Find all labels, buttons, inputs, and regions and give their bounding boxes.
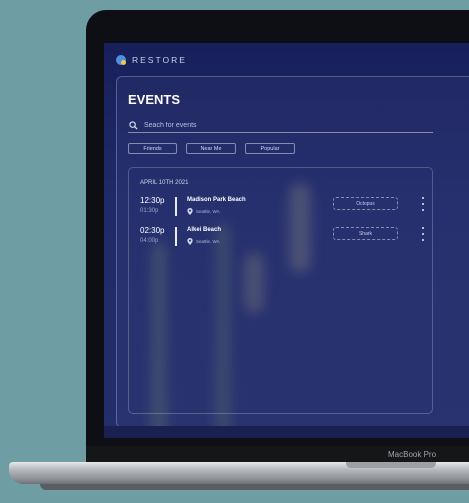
event-tag[interactable]: Octopus [333,197,398,210]
screen-bottom-strip [104,426,469,438]
brand-name: RESTORE [132,55,187,65]
event-location-text: Seattle, WA [196,239,220,244]
location-pin-icon [187,208,193,215]
search-icon [129,120,138,130]
event-item[interactable]: 02:30p 04:00p Alkei Beach Seattle, WA Sh… [140,226,425,248]
restore-logo-icon[interactable] [116,55,126,65]
time-divider [175,197,177,216]
app-header: RESTORE [116,53,187,67]
event-name: Alkei Beach [187,227,222,233]
event-name: Madison Park Beach [187,197,246,203]
more-vertical-icon[interactable] [420,197,426,211]
search-input[interactable] [144,121,394,129]
more-vertical-icon[interactable] [420,227,426,241]
laptop-opening-notch [346,462,436,468]
event-location: Seattle, WA [187,238,220,245]
location-pin-icon [187,238,193,245]
event-item[interactable]: 12:30p 01:30p Madison Park Beach Seattle… [140,196,425,218]
time-divider [175,227,177,246]
event-location-text: Seattle, WA [196,209,220,214]
device-model-label: MacBook Pro [388,450,437,459]
filter-popular-button[interactable]: Popular [245,143,295,154]
app-screen: RESTORE EVENTS Friends Near Me Popular A… [104,43,469,438]
event-tag[interactable]: Shark [333,227,398,240]
search-bar[interactable] [128,118,433,133]
event-start-time: 02:30p [140,226,165,235]
event-end-time: 04:00p [140,238,159,244]
event-end-time: 01:30p [140,208,159,214]
laptop-base-shadow [40,484,469,490]
filter-friends-button[interactable]: Friends [128,143,177,154]
events-date: APRIL 10TH 2021 [140,180,189,186]
page-title: EVENTS [128,92,181,107]
filter-chips: Friends Near Me Popular [128,143,295,154]
event-start-time: 12:30p [140,196,165,205]
events-panel: EVENTS Friends Near Me Popular APRIL 10T… [116,76,469,428]
event-location: Seattle, WA [187,208,220,215]
events-list: APRIL 10TH 2021 12:30p 01:30p Madison Pa… [128,167,433,414]
filter-near-me-button[interactable]: Near Me [186,143,236,154]
